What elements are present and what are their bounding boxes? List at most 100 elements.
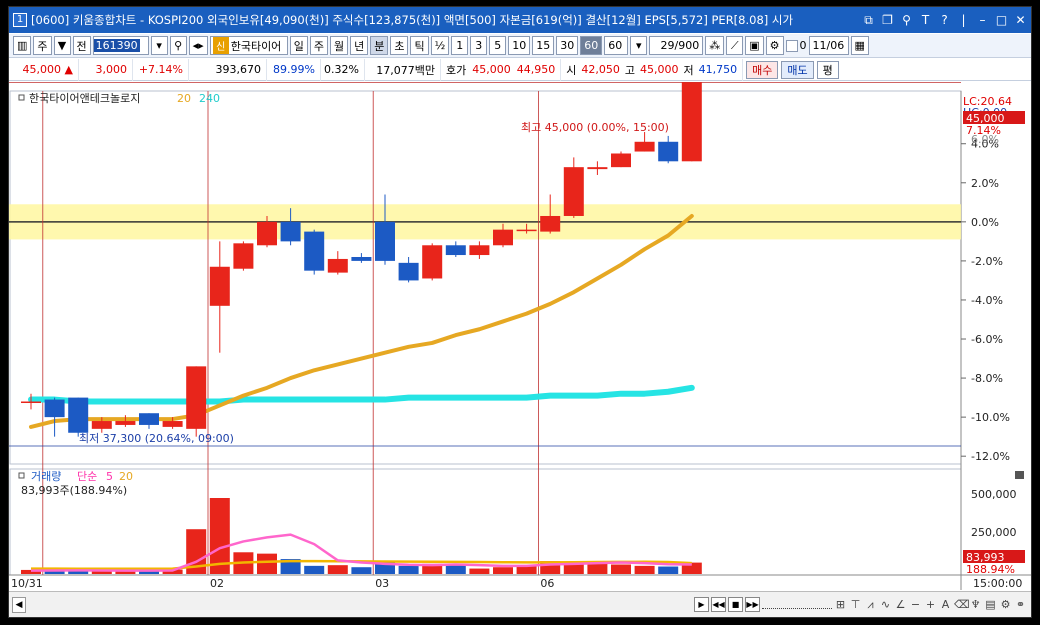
candle-body[interactable] xyxy=(91,421,112,429)
interval-5[interactable]: 5 xyxy=(489,36,507,55)
rewind-icon[interactable]: ◀◀ xyxy=(711,597,726,612)
period-week[interactable]: 주 xyxy=(309,36,328,55)
maximize-icon[interactable]: □ xyxy=(995,13,1008,28)
period-month[interactable]: 월 xyxy=(329,36,349,55)
fraction-button[interactable]: ½ xyxy=(430,36,450,55)
copy-icon[interactable]: ❐ xyxy=(881,13,894,28)
zoom-slider[interactable] xyxy=(762,601,832,609)
interval-3[interactable]: 3 xyxy=(470,36,488,55)
candle-body[interactable] xyxy=(44,399,65,418)
volume-bar[interactable] xyxy=(351,567,372,574)
volume-bar[interactable] xyxy=(611,564,631,575)
candle-body[interactable] xyxy=(21,401,41,404)
period-day[interactable]: 일 xyxy=(289,36,308,55)
crosshair-icon[interactable]: ⊤ xyxy=(849,598,862,611)
pin-icon[interactable]: ⚲ xyxy=(900,13,913,28)
stock-code-input[interactable]: 161390 xyxy=(92,36,149,55)
font-icon[interactable]: T xyxy=(919,13,932,28)
period-second[interactable]: 초 xyxy=(390,36,409,55)
candle-body[interactable] xyxy=(68,397,89,433)
date-input[interactable]: 11/06 xyxy=(808,36,849,55)
search-icon[interactable]: ⚲ xyxy=(169,36,187,55)
price-chart[interactable]: 4.0%2.0%0.0%-2.0%-4.0%-6.0%-8.0%-10.0%-1… xyxy=(9,82,1032,590)
candle-body[interactable] xyxy=(611,153,631,168)
candle-body[interactable] xyxy=(681,82,702,162)
fast-forward-icon[interactable]: ▶▶ xyxy=(745,597,760,612)
market-dropdown[interactable]: ▼ xyxy=(53,36,71,55)
restore-icon[interactable]: ⧉ xyxy=(862,13,875,28)
candle-body[interactable] xyxy=(257,221,277,246)
candle-body[interactable] xyxy=(139,413,159,425)
page-count-input[interactable]: 29/900 xyxy=(649,36,704,55)
candle-body[interactable] xyxy=(493,229,513,246)
candle-body[interactable] xyxy=(563,167,584,216)
candle-body[interactable] xyxy=(327,258,348,273)
interval-10[interactable]: 10 xyxy=(508,36,531,55)
pattern-icon[interactable]: ♆ xyxy=(969,598,982,611)
all-button[interactable]: 전 xyxy=(72,36,91,55)
image-icon[interactable]: ▤ xyxy=(984,598,997,611)
volume-bar[interactable] xyxy=(327,565,348,574)
volume-bar[interactable] xyxy=(257,553,277,574)
candle-body[interactable] xyxy=(304,231,325,271)
minimize-icon[interactable]: – xyxy=(976,13,989,28)
trend-icon[interactable]: ⩘ xyxy=(864,598,877,612)
candle-body[interactable] xyxy=(422,245,443,279)
buy-button[interactable]: 매수 xyxy=(746,60,779,79)
stop-icon[interactable]: ■ xyxy=(728,597,743,612)
candle-body[interactable] xyxy=(375,221,395,261)
text-icon[interactable]: A xyxy=(939,598,952,611)
candle-body[interactable] xyxy=(209,266,230,306)
date-checkbox[interactable] xyxy=(785,39,798,52)
candle-body[interactable] xyxy=(540,215,561,232)
save-icon[interactable]: ▣ xyxy=(745,36,764,55)
help-icon[interactable]: ? xyxy=(938,13,951,28)
candle-body[interactable] xyxy=(634,141,655,152)
period-tick[interactable]: 틱 xyxy=(410,36,429,55)
candle-body[interactable] xyxy=(280,221,301,242)
interval-dropdown-icon[interactable]: ▾ xyxy=(630,36,648,55)
scroll-left-icon[interactable]: ◀ xyxy=(12,596,26,613)
eraser-icon[interactable]: ⌫ xyxy=(954,598,970,611)
candle-body[interactable] xyxy=(516,229,537,232)
period-minute[interactable]: 분 xyxy=(370,36,389,55)
candle-body[interactable] xyxy=(162,421,183,427)
interval-15[interactable]: 15 xyxy=(532,36,555,55)
candle-body[interactable] xyxy=(115,421,136,425)
market-button[interactable]: 주 xyxy=(33,36,52,55)
volume-bar[interactable] xyxy=(493,567,513,574)
candle-body[interactable] xyxy=(469,245,490,256)
candle-body[interactable] xyxy=(658,141,679,162)
volume-bar[interactable] xyxy=(469,568,490,574)
link-icon[interactable]: ⚭ xyxy=(1014,598,1027,611)
stock-name-field[interactable]: 신 한국타이어 xyxy=(209,36,288,55)
chart-type-icon[interactable]: ▥ xyxy=(13,36,32,55)
volume-bar[interactable] xyxy=(304,565,325,574)
close-icon[interactable]: ✕ xyxy=(1014,13,1027,28)
interval-select[interactable]: 60 xyxy=(604,36,629,55)
candle-body[interactable] xyxy=(351,256,372,261)
interval-30[interactable]: 30 xyxy=(556,36,579,55)
drawing-icon[interactable]: ⟋ xyxy=(726,36,744,55)
interval-1[interactable]: 1 xyxy=(451,36,469,55)
interval-60[interactable]: 60 xyxy=(580,36,603,55)
settings-icon[interactable]: ⚙ xyxy=(999,598,1012,611)
volume-bar[interactable] xyxy=(587,563,608,574)
settings-gear-icon[interactable]: ⚙ xyxy=(765,36,784,55)
calendar-icon[interactable]: ▦ xyxy=(850,36,869,55)
prev-stock-icon[interactable]: ◂▸ xyxy=(188,36,208,55)
vol-pane-close-icon[interactable] xyxy=(1015,471,1024,479)
sell-button[interactable]: 매도 xyxy=(781,60,814,79)
zoom-out-icon[interactable]: − xyxy=(909,598,922,611)
window-number[interactable]: 1 xyxy=(13,13,27,27)
period-year[interactable]: 년 xyxy=(350,36,369,55)
volume-bar[interactable] xyxy=(398,565,419,574)
wave-icon[interactable]: ∿ xyxy=(879,598,892,611)
candle-body[interactable] xyxy=(233,243,254,269)
flat-button[interactable]: 평 xyxy=(816,60,839,79)
candle-body[interactable] xyxy=(445,245,466,256)
candle-body[interactable] xyxy=(186,366,207,429)
angle-icon[interactable]: ∠ xyxy=(894,598,907,611)
volume-bar[interactable] xyxy=(658,566,679,574)
candle-body[interactable] xyxy=(398,262,419,281)
